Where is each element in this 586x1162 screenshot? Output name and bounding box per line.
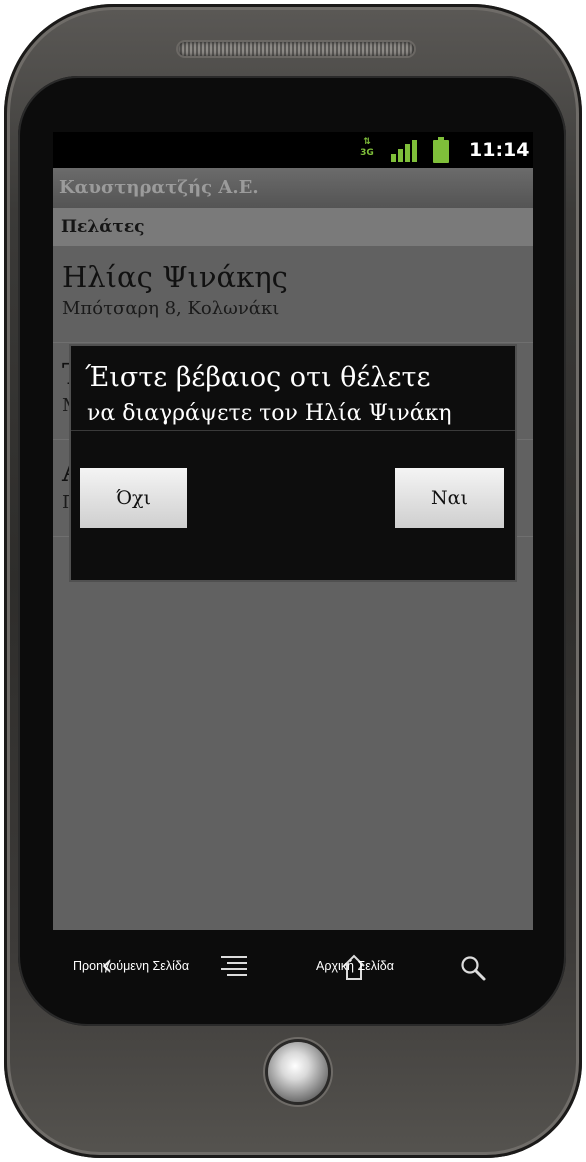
signal-icon: [391, 140, 417, 162]
customer-name: Ηλίας Ψινάκης: [62, 260, 288, 294]
customer-list-item[interactable]: Ηλίας Ψινάκης Μπότσαρη 8, Κολωνάκι: [53, 246, 533, 343]
section-header: Πελάτες: [53, 208, 533, 246]
delete-confirm-dialog: Έιστε βέβαιος οτι θέλετε να διαγράψετε τ…: [69, 344, 517, 582]
battery-icon: [433, 137, 449, 163]
screen: ⇅ 3G 11:14 Καυστηρατζής Α.Ε. Πελάτες Ηλία…: [53, 132, 533, 930]
search-icon[interactable]: [459, 954, 487, 982]
no-button[interactable]: Όχι: [80, 468, 187, 528]
yes-button[interactable]: Ναι: [395, 468, 504, 528]
back-label[interactable]: Προηγούμενη Σελίδα: [73, 959, 189, 973]
customer-address: Μπότσαρη 8, Κολωνάκι: [62, 298, 280, 319]
network-3g-icon: ⇅ 3G: [360, 137, 374, 158]
menu-icon[interactable]: [221, 956, 247, 978]
dialog-divider: [71, 430, 515, 431]
soft-nav-bar: ‹ Προηγούμενη Σελίδα Αρχική Σελίδα: [53, 944, 533, 992]
earpiece-speaker: [178, 42, 414, 56]
app-title: Καυστηρατζής Α.Ε.: [53, 168, 533, 208]
hardware-home-button[interactable]: [268, 1042, 328, 1102]
status-time: 11:14: [469, 139, 530, 161]
status-bar: ⇅ 3G 11:14: [53, 132, 533, 168]
home-label[interactable]: Αρχική Σελίδα: [316, 959, 394, 973]
dialog-message-line1: Έιστε βέβαιος οτι θέλετε: [85, 362, 431, 393]
dialog-message-line2: να διαγράψετε τον Ηλία Ψινάκη: [87, 401, 452, 426]
